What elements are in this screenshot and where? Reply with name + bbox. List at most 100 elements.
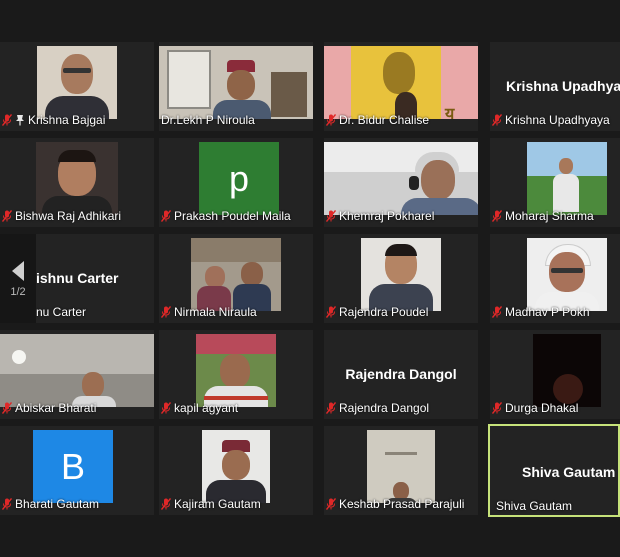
avatar: B bbox=[33, 430, 113, 503]
participant-name-bar: Abiskar Bharati bbox=[0, 400, 154, 415]
participant-name: Durga Dhakal bbox=[505, 400, 579, 415]
participant-name: Dr.Lekh P Niroula bbox=[161, 112, 255, 127]
participant-name-bar: Rajendra Dangol bbox=[324, 400, 478, 415]
participant-name-bar: Kajiram Gautam bbox=[159, 496, 313, 511]
mic-off-icon bbox=[2, 498, 12, 510]
participant-name-bar: Moharaj Sharma bbox=[490, 208, 620, 223]
participant-name-bar: Bharati Gautam bbox=[0, 496, 154, 511]
participant-name-bar: Durga Dhakal bbox=[490, 400, 620, 415]
participant-video bbox=[191, 238, 281, 311]
participant-name: Bishwa Raj Adhikari bbox=[15, 208, 122, 223]
participant-name: Moharaj Sharma bbox=[505, 208, 594, 223]
mic-off-icon bbox=[2, 402, 12, 414]
participant-name: Kajiram Gautam bbox=[174, 496, 261, 511]
mic-off-icon bbox=[492, 210, 502, 222]
participant-name: Krishna Bajgai bbox=[28, 112, 106, 127]
headset-icon bbox=[409, 176, 419, 190]
person-head bbox=[241, 262, 263, 286]
participant-name: Rajendra Dangol bbox=[339, 400, 430, 415]
participant-name-bar: Prakash Poudel Maila bbox=[159, 208, 313, 223]
participant-video bbox=[527, 142, 607, 215]
participant-video bbox=[202, 430, 270, 503]
participant-name-bar: Keshab Prasad Parajuli bbox=[324, 496, 478, 511]
background-shelves bbox=[191, 238, 281, 262]
participant-video bbox=[361, 238, 441, 311]
participant-video bbox=[367, 430, 435, 503]
participant-name-bar: Krishna Upadhyaya bbox=[490, 112, 620, 127]
mic-off-icon bbox=[2, 210, 12, 222]
participant-tile[interactable]: Bishwa Raj Adhikari bbox=[0, 138, 154, 227]
participant-display-name: Rajendra Dangol bbox=[345, 366, 457, 382]
participant-tile[interactable]: Nirmala Niraula bbox=[159, 234, 313, 323]
participant-name: Nirmala Niraula bbox=[174, 304, 257, 319]
cover-portrait bbox=[383, 52, 415, 94]
participant-tile[interactable]: य Dr. Bidur Chalise bbox=[324, 42, 478, 131]
participant-tile[interactable]: Khemraj Pokharel bbox=[324, 138, 478, 227]
participant-display-name: ishnu Carter bbox=[36, 270, 119, 286]
participant-name: Dr. Bidur Chalise bbox=[339, 112, 430, 127]
participant-tile[interactable]: Moharaj Sharma bbox=[490, 138, 620, 227]
participant-name: nu Carter bbox=[36, 304, 87, 319]
person-head bbox=[205, 266, 225, 288]
participant-tile[interactable]: Kajiram Gautam bbox=[159, 426, 313, 515]
person-hair bbox=[385, 244, 417, 256]
prev-page-button[interactable]: 1/2 bbox=[0, 234, 36, 323]
participant-name: kapil agyant bbox=[174, 400, 239, 415]
mic-off-icon bbox=[326, 114, 336, 126]
mic-off-icon bbox=[161, 210, 171, 222]
chevron-left-icon bbox=[12, 260, 24, 281]
participant-tile[interactable]: Krishna Upadhyaya Krishna Upadhyaya bbox=[490, 42, 620, 131]
participant-tile[interactable]: Durga Dhakal bbox=[490, 330, 620, 419]
mic-off-icon bbox=[161, 498, 171, 510]
mic-off-icon bbox=[161, 402, 171, 414]
flowers bbox=[196, 334, 276, 354]
participant-name: Shiva Gautam bbox=[496, 498, 573, 513]
avatar: p bbox=[199, 142, 279, 215]
participant-tile[interactable]: Keshab Prasad Parajuli bbox=[324, 426, 478, 515]
person-head bbox=[421, 160, 455, 200]
mic-off-icon bbox=[326, 402, 336, 414]
participant-tile[interactable]: Rajendra Dangol Rajendra Dangol bbox=[324, 330, 478, 419]
participant-video bbox=[533, 334, 601, 407]
person-glasses bbox=[551, 268, 583, 273]
ceiling-fan bbox=[385, 452, 417, 455]
mic-off-icon bbox=[161, 306, 171, 318]
participant-video bbox=[37, 46, 117, 119]
participant-tile[interactable]: Abiskar Bharati bbox=[0, 330, 154, 419]
pin-icon bbox=[15, 114, 25, 126]
participant-tile[interactable]: Madhav P Pokh bbox=[490, 234, 620, 323]
participant-video bbox=[196, 334, 276, 407]
participant-name: Rajendra Poudel bbox=[339, 304, 429, 319]
participant-video bbox=[527, 238, 607, 311]
participant-name-bar: Rajendra Poudel bbox=[324, 304, 478, 319]
mic-off-icon bbox=[2, 114, 12, 126]
mic-off-icon bbox=[492, 306, 502, 318]
participant-tile-active-speaker[interactable]: Shiva Gautam Shiva Gautam bbox=[488, 424, 620, 517]
person-head bbox=[220, 354, 250, 388]
participant-tile[interactable]: Rajendra Poudel bbox=[324, 234, 478, 323]
participant-video bbox=[324, 142, 478, 215]
mic-off-icon bbox=[326, 306, 336, 318]
participant-name: Abiskar Bharati bbox=[15, 400, 97, 415]
participant-name: Prakash Poudel Maila bbox=[174, 208, 291, 223]
mic-off-icon bbox=[492, 114, 502, 126]
participant-tile[interactable]: kapil agyant bbox=[159, 330, 313, 419]
person-body bbox=[553, 174, 579, 212]
participant-display-name: Krishna Upadhyaya bbox=[506, 78, 620, 94]
participant-name-bar: Nirmala Niraula bbox=[159, 304, 313, 319]
participant-name: Khemraj Pokharel bbox=[339, 208, 435, 223]
participant-name: Madhav P Pokh bbox=[505, 304, 590, 319]
participant-tile[interactable]: p Prakash Poudel Maila bbox=[159, 138, 313, 227]
person-head bbox=[559, 158, 573, 174]
participant-tile[interactable]: Dr.Lekh P Niroula bbox=[159, 42, 313, 131]
participant-tile[interactable]: B Bharati Gautam bbox=[0, 426, 154, 515]
ceiling-light bbox=[12, 350, 26, 364]
mic-off-icon bbox=[326, 498, 336, 510]
participant-tile[interactable]: Krishna Bajgai bbox=[0, 42, 154, 131]
window-frame bbox=[167, 50, 211, 109]
participant-name-bar: Krishna Bajgai bbox=[0, 112, 154, 127]
participant-name-bar: Bishwa Raj Adhikari bbox=[0, 208, 154, 223]
person-head bbox=[227, 70, 255, 100]
person-head bbox=[61, 54, 93, 94]
participant-name-bar: Dr. Bidur Chalise bbox=[324, 112, 478, 127]
